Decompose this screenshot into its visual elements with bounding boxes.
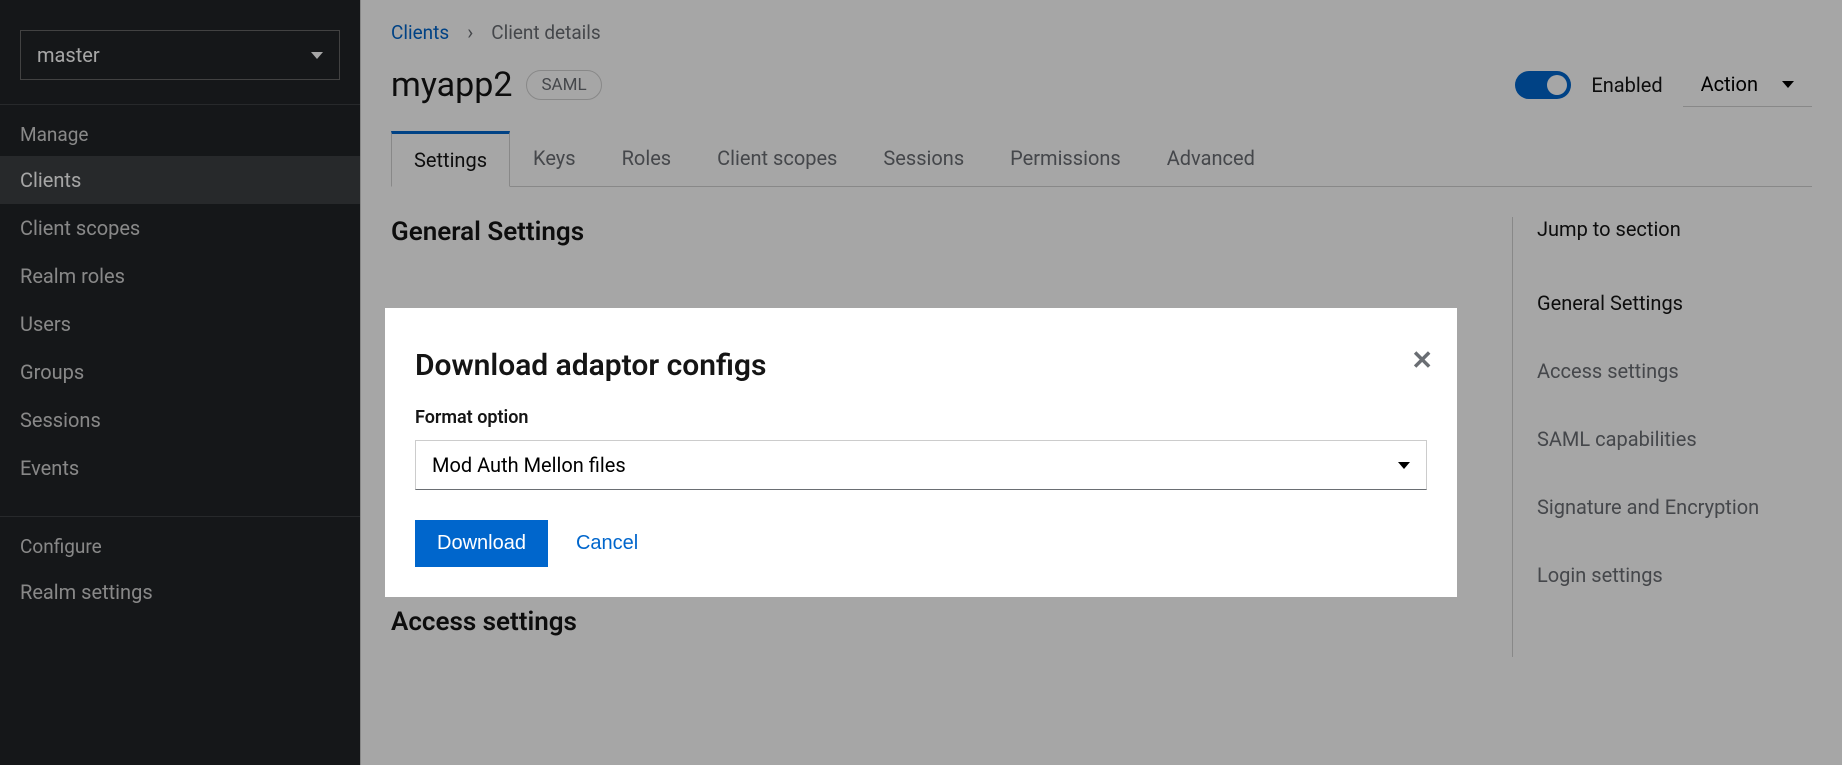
close-icon[interactable]: ✕ <box>1411 346 1433 376</box>
modal-title: Download adaptor configs <box>415 348 1427 383</box>
modal-overlay[interactable]: ✕ Download adaptor configs Format option… <box>0 0 1842 765</box>
caret-down-icon <box>1398 462 1410 469</box>
download-button[interactable]: Download <box>415 520 548 567</box>
format-option-label: Format option <box>415 407 1427 428</box>
modal-actions: Download Cancel <box>415 520 1427 567</box>
download-adaptor-modal: ✕ Download adaptor configs Format option… <box>385 308 1457 597</box>
format-option-value: Mod Auth Mellon files <box>432 453 626 477</box>
format-option-select[interactable]: Mod Auth Mellon files <box>415 440 1427 490</box>
cancel-button[interactable]: Cancel <box>576 532 638 555</box>
